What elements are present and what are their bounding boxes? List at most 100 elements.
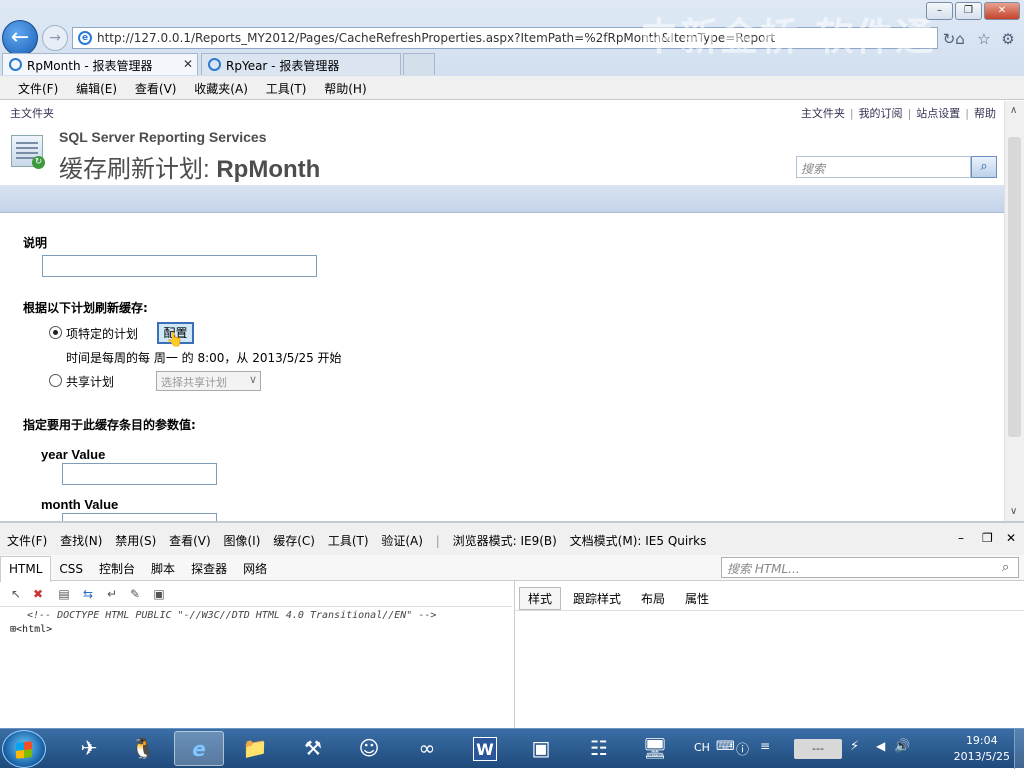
dt-close-icon[interactable]: ✕ [1006,531,1016,545]
param-year-label: year Value [41,447,106,462]
scroll-thumb[interactable] [1008,137,1021,437]
search-icon[interactable]: ⌕ [1002,560,1009,575]
new-tab-button[interactable] [403,53,435,75]
favorites-star-icon[interactable]: ☆ [975,30,993,48]
dt-menu-images[interactable]: 图像(I) [224,534,261,548]
show-desktop-button[interactable] [1014,729,1024,769]
remote-desktop-icon[interactable]: 🖥 [630,731,680,766]
user-app-icon[interactable]: ☺ [344,731,394,766]
dt-minimize-icon[interactable]: – [958,531,964,545]
dt-tab-trace-styles[interactable]: 跟踪样式 [565,588,629,609]
word-icon[interactable]: W [460,731,510,766]
dt-undock-icon[interactable]: ❐ [982,531,993,545]
tools-app-icon[interactable]: ⚒ [288,731,338,766]
clear-icon[interactable]: ✖ [30,586,46,602]
param-year-input[interactable] [62,463,217,485]
settings-gear-icon[interactable]: ⚙ [999,30,1017,48]
tab-rpmonth[interactable]: RpMonth - 报表管理器 ✕ [2,53,198,75]
page-scrollbar[interactable]: ∧ ∨ [1004,101,1024,521]
outline-icon[interactable]: ▣ [151,586,167,602]
save-icon[interactable]: ▤ [56,586,72,602]
link-home-folder[interactable]: 主文件夹 [801,107,845,120]
menu-help[interactable]: 帮助(H) [324,82,366,96]
dt-tab-script[interactable]: 脚本 [143,555,183,581]
show-hidden-icons[interactable]: ◀ [876,739,885,753]
edit-icon[interactable]: ✎ [127,586,143,602]
description-input[interactable] [42,255,317,277]
report-builder-icon[interactable]: ☷ [574,731,624,766]
radio-shared-schedule[interactable] [49,374,62,387]
dt-tab-console[interactable]: 控制台 [91,555,143,581]
link-site-settings[interactable]: 站点设置 [916,107,960,120]
dt-menu-cache[interactable]: 缓存(C) [273,534,315,548]
dt-tab-html[interactable]: HTML [0,556,52,582]
menu-favorites[interactable]: 收藏夹(A) [194,82,248,96]
keyboard-icon[interactable]: ⌨ [716,739,735,754]
dt-search-input[interactable]: 搜索 HTML... [721,557,1019,578]
internet-explorer-icon[interactable]: e [174,731,224,766]
breadcrumb[interactable]: 主文件夹 [10,105,54,121]
back-button[interactable]: ← [2,20,38,56]
dt-menu-tools[interactable]: 工具(T) [328,534,369,548]
presentation-app-icon[interactable]: ▣ [516,731,566,766]
tab-label: RpMonth - 报表管理器 [27,59,153,73]
language-indicator[interactable]: CH [694,741,710,754]
minimize-button[interactable]: – [926,2,953,20]
dt-tab-css[interactable]: CSS [51,557,91,583]
home-icon[interactable]: ⌂ [951,30,969,48]
dt-tab-style[interactable]: 样式 [519,587,562,610]
volume-icon[interactable]: 🔊 [894,739,910,754]
browser-chrome: ← → e http://127.0.0.1/Reports_MY2012/Pa… [0,0,1024,100]
link-help[interactable]: 帮助 [974,107,996,120]
start-button[interactable] [2,730,46,768]
scroll-down-icon[interactable]: ∨ [1010,506,1017,517]
help-icon[interactable]: ⓘ [736,739,749,758]
close-tab-icon[interactable]: ✕ [183,57,193,71]
ime-toolbar[interactable]: --- [794,739,842,759]
menu-tools[interactable]: 工具(T) [266,82,307,96]
refresh-icon[interactable]: ⇆ [80,586,96,602]
dt-tab-attributes[interactable]: 属性 [677,588,717,609]
shared-schedule-select[interactable]: 选择共享计划 ∨ [156,371,261,391]
schedule-summary: 时间是每周的每 周一 的 8:00，从 2013/5/25 开始 [66,351,342,365]
menu-view[interactable]: 查看(V) [135,82,177,96]
dt-menu-validate[interactable]: 验证(A) [381,534,423,548]
tray-options-icon[interactable]: ≡ [760,739,770,753]
radio-item-specific-schedule[interactable] [49,326,62,339]
dt-dom-tree: <!-- DOCTYPE HTML PUBLIC "-//W3C//DTD HT… [0,607,512,730]
dt-menu-view[interactable]: 查看(V) [169,534,211,548]
word-wrap-icon[interactable]: ↵ [104,586,120,602]
file-explorer-icon[interactable]: 📁 [230,731,280,766]
clock[interactable]: 19:04 2013/5/25 [954,733,1010,765]
link-my-subscriptions[interactable]: 我的订阅 [859,107,903,120]
tab-rpyear[interactable]: RpYear - 报表管理器 [201,53,401,75]
report-cache-icon: ↻ [11,135,45,169]
dt-tab-profiler[interactable]: 探查器 [183,555,235,581]
scroll-up-icon[interactable]: ∧ [1010,105,1017,116]
dt-tab-network[interactable]: 网络 [235,555,275,581]
refresh-badge-icon: ↻ [32,156,45,169]
search-button[interactable]: ⌕ [971,156,997,178]
dt-document-mode[interactable]: 文档模式(M): IE5 Quirks [570,534,707,548]
html-node[interactable]: ⊞<html> [10,624,52,635]
maximize-button[interactable]: ❐ [955,2,982,20]
select-element-icon[interactable]: ↖ [8,586,24,602]
dt-tab-layout[interactable]: 布局 [633,588,673,609]
qq-penguin-icon[interactable]: 🐧 [118,731,168,766]
infinity-app-icon[interactable]: ∞ [402,731,452,766]
search-icon: ⌕ [980,159,988,174]
close-window-button[interactable]: ✕ [984,2,1020,20]
dt-browser-mode[interactable]: 浏览器模式: IE9(B) [453,534,557,548]
parameters-label: 指定要用于此缓存条目的参数值: [23,418,196,432]
dt-menu-disable[interactable]: 禁用(S) [115,534,156,548]
separator: | [435,534,440,548]
forward-button[interactable]: → [42,25,68,51]
menu-edit[interactable]: 编辑(E) [76,82,117,96]
search-input[interactable]: 搜索 [796,156,971,178]
dt-menu-find[interactable]: 查找(N) [60,534,102,548]
dt-menu-file[interactable]: 文件(F) [7,534,47,548]
param-month-input[interactable] [62,513,217,521]
bird-app-icon[interactable]: ✈ [64,731,114,766]
menu-file[interactable]: 文件(F) [18,82,58,96]
power-plug-icon[interactable]: ⚡ [850,739,859,754]
